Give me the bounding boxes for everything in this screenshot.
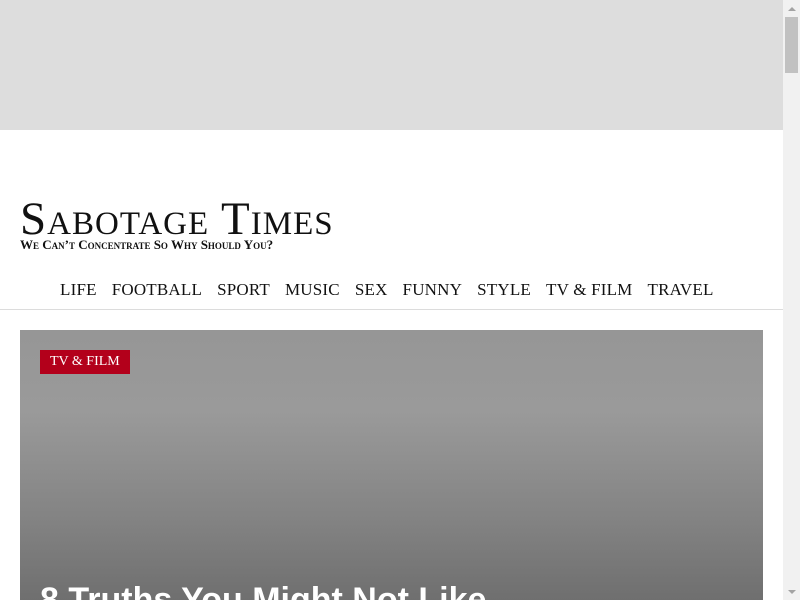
page-scrollbar[interactable] xyxy=(783,0,800,600)
nav-item-tv-film[interactable]: TV & FILM xyxy=(546,280,633,300)
scroll-down-button[interactable] xyxy=(783,583,800,600)
nav-item-sport[interactable]: SPORT xyxy=(217,280,270,300)
nav-item-music[interactable]: MUSIC xyxy=(285,280,340,300)
nav-item-travel[interactable]: TRAVEL xyxy=(648,280,714,300)
nav-item-life[interactable]: LIFE xyxy=(60,280,97,300)
category-badge[interactable]: TV & FILM xyxy=(40,350,130,374)
nav-list: LIFE FOOTBALL SPORT MUSIC SEX FUNNY STYL… xyxy=(0,270,783,309)
featured-article-card[interactable]: TV & FILM 8 Truths You Might Not Like xyxy=(20,330,763,600)
arrow-down-icon xyxy=(787,589,796,594)
site-logo[interactable]: Sabotage Times We Can’t Concentrate So W… xyxy=(20,196,350,256)
scrollbar-thumb[interactable] xyxy=(785,17,798,73)
main-nav: LIFE FOOTBALL SPORT MUSIC SEX FUNNY STYL… xyxy=(0,270,783,310)
nav-item-sex[interactable]: SEX xyxy=(355,280,388,300)
arrow-up-icon xyxy=(787,6,796,11)
ad-banner-placeholder xyxy=(0,0,783,130)
nav-item-style[interactable]: STYLE xyxy=(477,280,531,300)
site-title: Sabotage Times xyxy=(20,193,334,245)
nav-item-football[interactable]: FOOTBALL xyxy=(112,280,202,300)
featured-article-title[interactable]: 8 Truths You Might Not Like xyxy=(40,580,740,600)
nav-item-funny[interactable]: FUNNY xyxy=(403,280,463,300)
scroll-up-button[interactable] xyxy=(783,0,800,17)
